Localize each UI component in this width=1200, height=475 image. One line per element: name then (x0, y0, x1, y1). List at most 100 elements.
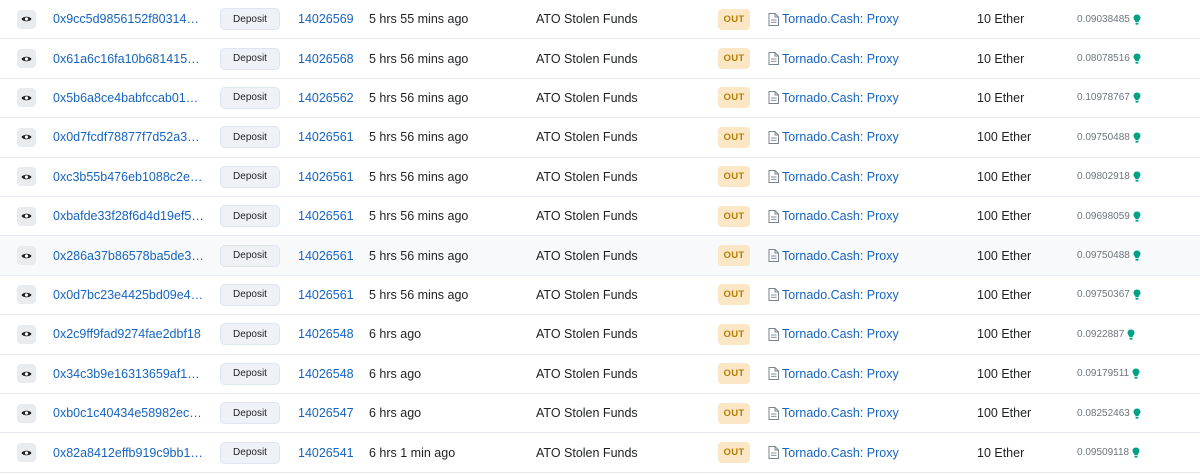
txn-hash-link[interactable]: 0x61a6c16fa10b6814153d7a (53, 52, 205, 66)
document-icon (768, 170, 779, 184)
preview-button[interactable] (17, 246, 36, 266)
preview-button[interactable] (17, 167, 36, 187)
block-link[interactable]: 14026561 (298, 288, 354, 302)
method-badge: Deposit (220, 244, 280, 267)
gas-bulb-icon[interactable] (1132, 447, 1140, 458)
gas-bulb-icon[interactable] (1132, 368, 1140, 379)
age-text: 5 hrs 55 mins ago (369, 12, 469, 27)
preview-button[interactable] (17, 49, 36, 69)
block-link[interactable]: 14026548 (298, 327, 354, 341)
to-address-link[interactable]: Tornado.Cash: Proxy (782, 130, 899, 144)
txn-hash-link[interactable]: 0x9cc5d9856152f80314e2c1 (53, 12, 205, 26)
to-address-cell: Tornado.Cash: Proxy (768, 433, 899, 471)
block-cell: 14026562 (298, 79, 354, 117)
value-text: 100 Ether (977, 366, 1032, 381)
to-address-link[interactable]: Tornado.Cash: Proxy (782, 288, 899, 302)
direction-badge: OUT (718, 126, 750, 148)
preview-cell (17, 197, 36, 235)
gas-bulb-icon[interactable] (1133, 408, 1141, 419)
preview-button[interactable] (17, 364, 36, 384)
to-address-link[interactable]: Tornado.Cash: Proxy (782, 12, 899, 26)
gas-bulb-icon[interactable] (1133, 132, 1141, 143)
gas-bulb-icon[interactable] (1133, 171, 1141, 182)
value-text: 10 Ether (977, 12, 1025, 27)
block-cell: 14026561 (298, 236, 354, 274)
preview-cell (17, 355, 36, 393)
txn-hash-link[interactable]: 0x0d7fcdf78877f7d52a3c91 (53, 130, 205, 144)
age-text: 5 hrs 56 mins ago (369, 287, 469, 302)
document-icon (768, 446, 779, 460)
eye-icon (21, 371, 32, 377)
to-address-link[interactable]: Tornado.Cash: Proxy (782, 170, 899, 184)
gas-bulb-icon[interactable] (1133, 289, 1141, 301)
gas-bulb-icon[interactable] (1133, 53, 1141, 64)
direction-badge: OUT (718, 402, 750, 424)
to-address-link[interactable]: Tornado.Cash: Proxy (782, 249, 899, 263)
to-address-link[interactable]: Tornado.Cash: Proxy (782, 52, 899, 66)
preview-button[interactable] (17, 403, 36, 423)
to-address-link[interactable]: Tornado.Cash: Proxy (782, 406, 899, 420)
preview-button[interactable] (17, 9, 36, 29)
age-text: 5 hrs 56 mins ago (369, 130, 469, 145)
age-text: 5 hrs 56 mins ago (369, 90, 469, 105)
to-address-link[interactable]: Tornado.Cash: Proxy (782, 327, 899, 341)
to-address-link[interactable]: Tornado.Cash: Proxy (782, 209, 899, 223)
txn-fee-text: 0.08252463 (1077, 407, 1130, 419)
block-link[interactable]: 14026548 (298, 367, 354, 381)
block-link[interactable]: 14026561 (298, 209, 354, 223)
from-address-label: ATO Stolen Funds (536, 90, 638, 105)
to-address-link[interactable]: Tornado.Cash: Proxy (782, 367, 899, 381)
block-cell: 14026561 (298, 197, 354, 235)
to-address-cell: Tornado.Cash: Proxy (768, 276, 899, 314)
preview-button[interactable] (17, 127, 36, 147)
txn-hash-link[interactable]: 0x5b6a8ce4babfccab010e2a (53, 91, 205, 105)
to-address-link[interactable]: Tornado.Cash: Proxy (782, 446, 899, 460)
block-link[interactable]: 14026568 (298, 52, 354, 66)
value-text: 100 Ether (977, 248, 1032, 263)
txn-hash-link[interactable]: 0xb0c1c40434e58982ec7b55 (53, 406, 205, 420)
preview-button[interactable] (17, 324, 36, 344)
method-badge: Deposit (220, 8, 280, 31)
txn-fee-cell: 0.09509118 (1077, 433, 1140, 471)
gas-bulb-icon[interactable] (1133, 250, 1141, 261)
gas-bulb-icon[interactable] (1127, 329, 1135, 340)
txn-hash-cell: 0xb0c1c40434e58982ec7b55 (53, 394, 208, 432)
preview-button[interactable] (17, 206, 36, 226)
gas-bulb-icon[interactable] (1133, 92, 1141, 104)
gas-bulb-icon[interactable] (1133, 211, 1141, 222)
block-cell: 14026561 (298, 158, 354, 196)
txn-fee-text: 0.09179511 (1077, 368, 1130, 380)
block-link[interactable]: 14026569 (298, 12, 354, 26)
from-address-label: ATO Stolen Funds (536, 12, 638, 27)
txn-hash-link[interactable]: 0x82a8412effb919c9bb1d24 (53, 446, 205, 460)
preview-button[interactable] (17, 443, 36, 463)
gas-bulb-icon[interactable] (1133, 14, 1141, 25)
from-address-label: ATO Stolen Funds (536, 51, 638, 66)
direction-cell: OUT (718, 236, 750, 274)
txn-hash-link[interactable]: 0xc3b55b476eb1088c2e4f70 (53, 170, 205, 184)
method-badge: Deposit (220, 441, 280, 464)
txn-hash-link[interactable]: 0x2c9ff9fad9274fae2dbf18 (53, 327, 205, 341)
to-address-cell: Tornado.Cash: Proxy (768, 315, 899, 353)
value-text: 100 Ether (977, 169, 1032, 184)
direction-badge: OUT (718, 205, 750, 227)
txn-hash-link[interactable]: 0x286a37b86578ba5de3b1c6 (53, 249, 205, 263)
method-cell: Deposit (220, 158, 280, 196)
block-link[interactable]: 14026562 (298, 91, 354, 105)
method-cell: Deposit (220, 236, 280, 274)
document-icon (768, 367, 779, 381)
preview-button[interactable] (17, 285, 36, 305)
txn-hash-link[interactable]: 0xbafde33f28f6d4d19ef5a8 (53, 209, 205, 223)
txn-hash-cell: 0x0d7bc23e4425bd09e4a7d2 (53, 276, 208, 314)
txn-fee-cell: 0.09038485 (1077, 0, 1141, 38)
to-address-link[interactable]: Tornado.Cash: Proxy (782, 91, 899, 105)
block-link[interactable]: 14026541 (298, 446, 354, 460)
txn-hash-link[interactable]: 0x34c3b9e16313659af1c0e3 (53, 367, 205, 381)
preview-button[interactable] (17, 88, 36, 108)
block-link[interactable]: 14026561 (298, 249, 354, 263)
block-link[interactable]: 14026561 (298, 170, 354, 184)
txn-hash-link[interactable]: 0x0d7bc23e4425bd09e4a7d2 (53, 288, 205, 302)
block-link[interactable]: 14026547 (298, 406, 354, 420)
block-link[interactable]: 14026561 (298, 130, 354, 144)
method-cell: Deposit (220, 118, 280, 156)
